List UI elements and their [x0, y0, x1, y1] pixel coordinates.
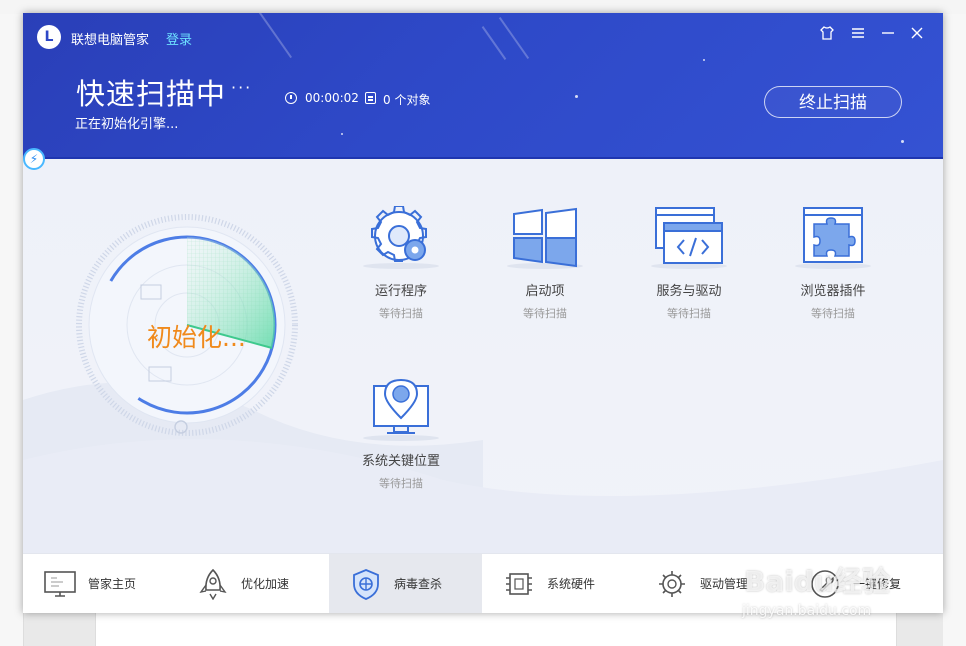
scan-item-name: 系统关键位置 [361, 454, 440, 469]
nav-virus-scan[interactable]: 病毒查杀 [329, 554, 482, 613]
scan-item-startup: 启动项 等待扫描 [485, 206, 605, 321]
scan-item-system-key-locations: 系统关键位置 等待扫描 [341, 376, 461, 491]
bolt-icon[interactable]: ⚡ [23, 148, 45, 170]
code-window-icon [629, 206, 749, 272]
nav-label: 优化加速 [241, 577, 290, 591]
app-title: 联想电脑管家 [71, 33, 150, 48]
nav-optimize[interactable]: 优化加速 [176, 554, 329, 613]
scan-title: 快速扫描中 [76, 77, 227, 111]
browser-right-edge [943, 14, 966, 646]
scan-item-name: 浏览器插件 [800, 284, 866, 299]
watermark-brand: Baidu经验 [744, 565, 890, 598]
scan-item-name: 启动项 [525, 284, 565, 299]
rocket-icon [199, 568, 227, 600]
chip-icon [506, 573, 532, 595]
menu-icon[interactable] [848, 25, 868, 45]
scan-subtitle: 正在初始化引擎... [75, 117, 179, 132]
minimize-icon[interactable] [878, 25, 898, 45]
objects-count: 0 个对象 [383, 93, 431, 107]
scan-item-status: 等待扫描 [667, 307, 711, 320]
gear-icon [341, 205, 461, 272]
scan-item-browser-plugins: 浏览器插件 等待扫描 [773, 206, 893, 321]
app-logo: L [37, 25, 61, 49]
scan-item-name: 服务与驱动 [656, 284, 722, 299]
watermark-url: jingyan.baidu.com [742, 603, 872, 619]
nav-label: 病毒查杀 [394, 577, 443, 591]
login-link[interactable]: 登录 [166, 29, 192, 48]
nav-hardware[interactable]: 系统硬件 [482, 554, 635, 613]
windows-icon [485, 206, 605, 272]
scan-item-name: 运行程序 [374, 284, 427, 299]
monitor-icon [44, 571, 76, 597]
scan-item-status: 等待扫描 [379, 307, 423, 320]
scan-item-status: 等待扫描 [811, 307, 855, 320]
scan-item-status: 等待扫描 [379, 477, 423, 490]
skin-icon[interactable] [817, 25, 837, 45]
browser-left-edge [0, 14, 24, 646]
close-icon[interactable] [907, 25, 927, 45]
nav-label: 管家主页 [88, 577, 137, 591]
scan-dots: ··· [231, 78, 253, 97]
scan-item-services-drivers: 服务与驱动 等待扫描 [629, 206, 749, 321]
scan-item-status: 等待扫描 [523, 307, 567, 320]
elapsed-time: 00:00:02 [305, 91, 359, 105]
header-banner: L 联想电脑管家 登录 快速扫描中 ··· 正在初始化引擎... 00:00:0… [23, 13, 943, 159]
stop-scan-button[interactable]: 终止扫描 [764, 86, 902, 118]
shield-icon [353, 569, 379, 600]
gauge-status-text: 初始化... [147, 323, 246, 352]
scan-item-running-programs: 运行程序 等待扫描 [341, 205, 461, 321]
nav-home[interactable]: 管家主页 [23, 554, 176, 613]
objects-icon [365, 92, 376, 104]
puzzle-icon [773, 206, 893, 272]
nav-label: 驱动管理 [700, 577, 749, 591]
app-window: L 联想电脑管家 登录 快速扫描中 ··· 正在初始化引擎... 00:00:0… [23, 13, 943, 613]
location-pin-icon [341, 376, 461, 442]
gear-icon [659, 571, 685, 597]
timer-icon [285, 92, 297, 104]
nav-label: 系统硬件 [547, 577, 596, 591]
